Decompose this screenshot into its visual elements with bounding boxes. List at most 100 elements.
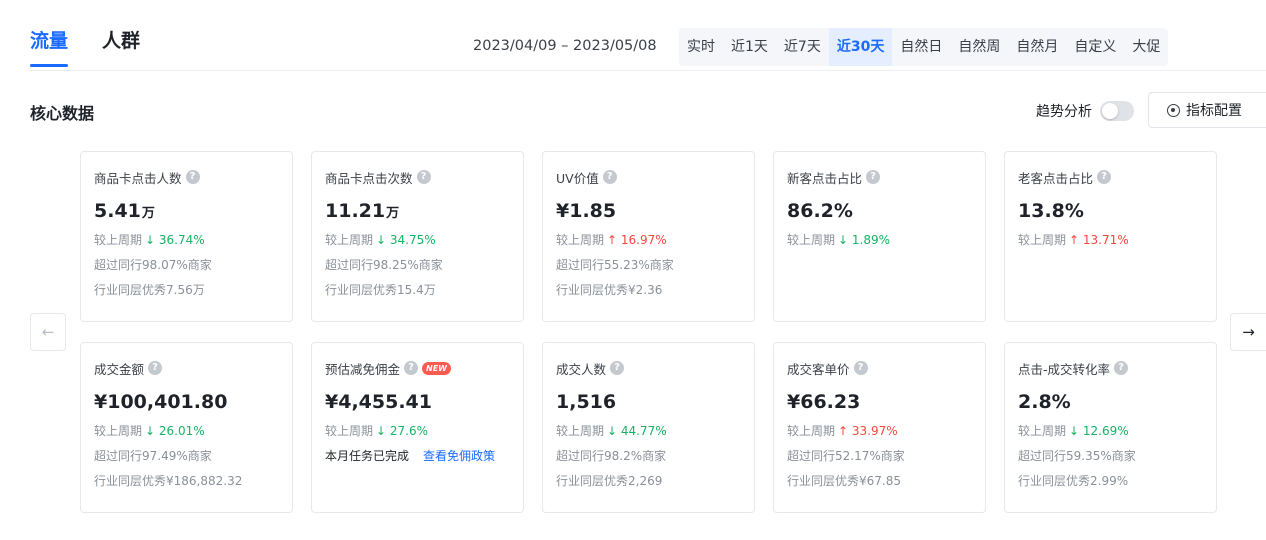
- metric-compare: 较上周期 ↓ 44.77%: [556, 423, 741, 439]
- metric-card[interactable]: 商品卡点击人数? 5.41万 较上周期 ↓ 36.74% 超过同行98.07%商家 行业同…: [80, 151, 293, 322]
- arrow-up-icon: ↑: [1069, 233, 1080, 247]
- range-option-3[interactable]: 近30天: [828, 28, 893, 66]
- commission-task: 本月任务已完成 查看免佣政策: [325, 448, 510, 464]
- metric-value: ¥4,455.41: [325, 391, 510, 413]
- metric-value-number: 11.21: [325, 200, 386, 222]
- trend-analysis-label: 趋势分析: [1036, 104, 1092, 120]
- change-value: 26.01%: [158, 424, 205, 438]
- metric-compare: 较上周期 ↓ 12.69%: [1018, 423, 1203, 439]
- range-option-0[interactable]: 实时: [679, 28, 723, 66]
- help-icon[interactable]: ?: [148, 361, 163, 375]
- metric-value-number: ¥66.23: [787, 391, 861, 413]
- tabs-divider: [30, 70, 1266, 71]
- help-icon[interactable]: ?: [610, 361, 625, 375]
- metric-compare: 较上周期 ↑ 33.97%: [787, 423, 972, 439]
- metric-value-number: 2.8%: [1018, 391, 1071, 413]
- prev-arrow-button[interactable]: ←: [30, 313, 66, 351]
- metric-title: 成交人数: [556, 361, 607, 377]
- section-title: 核心数据: [30, 104, 95, 123]
- metric-card[interactable]: 成交客单价? ¥66.23 较上周期 ↑ 33.97% 超过同行52.17%商家 行业同层…: [773, 342, 986, 513]
- metric-compare: 较上周期 ↓ 34.75%: [325, 232, 510, 248]
- peer-rank: 超过同行97.49%商家: [94, 449, 212, 463]
- industry-excellent: 行业同层优秀7.56万: [94, 283, 205, 297]
- view-commission-policy-link[interactable]: 查看免佣政策: [423, 449, 495, 463]
- metric-value-unit: 万: [386, 206, 400, 221]
- date-range-label: 2023/04/09 – 2023/05/08: [473, 38, 657, 54]
- metric-card[interactable]: 新客点击占比? 86.2% 较上周期 ↓ 1.89%: [773, 151, 986, 322]
- peer-rank: 超过同行59.35%商家: [1018, 449, 1136, 463]
- arrow-down-icon: ↓: [838, 233, 849, 247]
- metric-title: 商品卡点击次数: [325, 170, 413, 186]
- change-indicator: ↓ 36.74%: [145, 233, 205, 247]
- range-option-2[interactable]: 近7天: [776, 28, 829, 66]
- industry-excellent: 行业同层优秀15.4万: [325, 283, 436, 297]
- metric-card[interactable]: 成交金额? ¥100,401.80 较上周期 ↓ 26.01% 超过同行97.49%商家…: [80, 342, 293, 513]
- change-value: 34.75%: [389, 233, 436, 247]
- help-icon[interactable]: ?: [404, 361, 419, 375]
- help-icon[interactable]: ?: [853, 361, 868, 375]
- metric-title: 老客点击占比: [1018, 170, 1094, 186]
- metric-compare: 较上周期 ↓ 1.89%: [787, 232, 972, 248]
- change-value: 44.77%: [620, 424, 667, 438]
- range-option-6[interactable]: 自然月: [1008, 28, 1066, 66]
- help-icon[interactable]: ?: [1114, 361, 1129, 375]
- metric-card[interactable]: UV价值? ¥1.85 较上周期 ↑ 16.97% 超过同行55.23%商家 行业同层优秀…: [542, 151, 755, 322]
- metric-title: 点击-成交转化率: [1018, 361, 1111, 377]
- help-icon[interactable]: ?: [1097, 170, 1112, 184]
- tab-audience[interactable]: 人群: [102, 26, 140, 67]
- peer-rank: 超过同行52.17%商家: [787, 449, 905, 463]
- metric-card-header: 点击-成交转化率?: [1018, 359, 1203, 377]
- metric-card-header: 新客点击占比?: [787, 168, 972, 186]
- tab-traffic[interactable]: 流量: [30, 26, 69, 67]
- arrow-left-icon: ←: [41, 323, 55, 341]
- compare-label: 较上周期: [1018, 424, 1067, 438]
- change-indicator: ↓ 1.89%: [838, 233, 890, 247]
- main-tabs: 流量 人群: [30, 26, 140, 67]
- toggle-knob: [1102, 103, 1118, 119]
- next-arrow-button[interactable]: →: [1230, 313, 1266, 351]
- change-indicator: ↑ 13.71%: [1069, 233, 1129, 247]
- metric-card[interactable]: 点击-成交转化率? 2.8% 较上周期 ↓ 12.69% 超过同行59.35%商家 行业同…: [1004, 342, 1217, 513]
- metric-value: ¥66.23: [787, 391, 972, 413]
- metric-card[interactable]: 成交人数? 1,516 较上周期 ↓ 44.77% 超过同行98.2%商家 行业同层优秀2…: [542, 342, 755, 513]
- help-icon[interactable]: ?: [185, 170, 200, 184]
- industry-excellent: 行业同层优秀¥186,882.32: [94, 474, 243, 488]
- metric-config-label: 指标配置: [1186, 103, 1242, 119]
- help-icon[interactable]: ?: [416, 170, 431, 184]
- metric-card[interactable]: 老客点击占比? 13.8% 较上周期 ↑ 13.71%: [1004, 151, 1217, 322]
- trend-analysis-toggle[interactable]: [1100, 101, 1134, 121]
- metric-value-number: 5.41: [94, 200, 141, 222]
- industry-excellent: 行业同层优秀¥67.85: [787, 474, 901, 488]
- new-badge: NEW: [422, 361, 451, 375]
- metric-title: 商品卡点击人数: [94, 170, 182, 186]
- range-option-5[interactable]: 自然周: [950, 28, 1008, 66]
- industry-excellent: 行业同层优秀2.99%: [1018, 474, 1129, 488]
- arrow-right-icon: →: [1242, 323, 1255, 341]
- change-value: 1.89%: [851, 233, 891, 247]
- metric-card[interactable]: 预估减免佣金? NEW ¥4,455.41 较上周期 ↓ 27.6% 本月任务已完成 查看免…: [311, 342, 524, 513]
- arrow-up-icon: ↑: [838, 424, 849, 438]
- metric-value: 2.8%: [1018, 391, 1203, 413]
- metric-title: 成交客单价: [787, 361, 850, 377]
- range-option-1[interactable]: 近1天: [723, 28, 776, 66]
- metric-card[interactable]: 商品卡点击次数? 11.21万较上周期 ↓ 34.75% 超过同行98.25%商家 行业…: [311, 151, 524, 322]
- change-indicator: ↓ 44.77%: [607, 424, 667, 438]
- help-icon[interactable]: ?: [602, 170, 617, 184]
- range-option-4[interactable]: 自然日: [892, 28, 950, 66]
- compare-label: 较上周期: [787, 233, 836, 247]
- help-icon[interactable]: ?: [866, 170, 881, 184]
- metric-cards-grid: 商品卡点击人数? 5.41万 较上周期 ↓ 36.74% 超过同行98.07%商家 行业同…: [80, 151, 1217, 513]
- metric-card-header: 老客点击占比?: [1018, 168, 1203, 186]
- metric-value: 5.41万: [94, 200, 279, 222]
- peer-rank: 超过同行55.23%商家: [556, 258, 674, 272]
- compare-label: 较上周期: [1018, 233, 1067, 247]
- arrow-down-icon: ↓: [145, 233, 156, 247]
- metric-value: 13.8%: [1018, 200, 1203, 222]
- arrow-down-icon: ↓: [376, 424, 387, 438]
- range-option-8[interactable]: 大促: [1124, 28, 1168, 66]
- range-option-7[interactable]: 自定义: [1066, 28, 1124, 66]
- metric-config-button[interactable]: 指标配置: [1148, 92, 1266, 128]
- change-indicator: ↑ 33.97%: [838, 424, 898, 438]
- metric-title: 成交金额: [94, 361, 145, 377]
- peer-rank: 超过同行98.25%商家: [325, 258, 443, 272]
